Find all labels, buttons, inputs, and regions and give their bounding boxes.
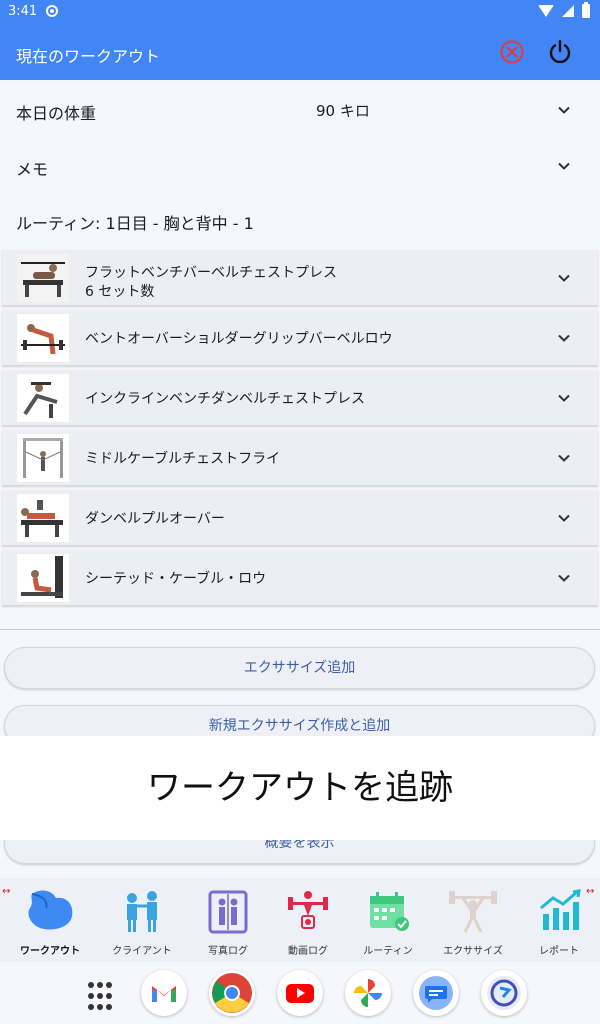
- memo-label: メモ: [16, 160, 49, 179]
- exercise-name: ダンベルプルオーバー: [85, 511, 225, 527]
- messages-icon[interactable]: [413, 970, 459, 1016]
- exercise-name: フラットベンチバーベルチェストプレス: [85, 265, 337, 281]
- status-icons: [538, 2, 590, 18]
- exercise-item[interactable]: ダンベルプルオーバー: [2, 490, 598, 546]
- toast-message: ワークアウトを追跡: [0, 736, 600, 840]
- cancel-workout-icon[interactable]: [500, 40, 524, 64]
- weight-row[interactable]: 本日の体重 90 キロ: [0, 82, 600, 138]
- weight-label: 本日の体重: [16, 104, 97, 123]
- nav-item-workout[interactable]: ワークアウト: [10, 884, 90, 957]
- exercise-item[interactable]: インクラインベンチダンベルチェストプレス: [2, 370, 598, 426]
- nav-label: 写真ログ: [208, 946, 248, 957]
- chevron-down-icon[interactable]: [556, 270, 572, 286]
- nav-item-reports[interactable]: レポート: [519, 884, 599, 957]
- exercise-thumbnail: [17, 494, 69, 542]
- exercise-thumbnail: [17, 254, 69, 302]
- clients-icon: [127, 891, 157, 932]
- status-bar: 3:41: [0, 0, 600, 24]
- weight-value: 90 キロ: [316, 102, 370, 120]
- exercise-item[interactable]: フラットベンチバーベルチェストプレス 6 セット数: [2, 250, 598, 306]
- video-log-icon: [288, 891, 328, 929]
- memo-row[interactable]: メモ: [0, 138, 600, 194]
- exercise-thumbnail: [17, 434, 69, 482]
- youtube-icon[interactable]: [277, 970, 323, 1016]
- nav-item-photo-log[interactable]: 写真ログ: [188, 884, 268, 957]
- status-time: 3:41: [8, 4, 38, 19]
- exercise-item[interactable]: シーテッド・ケーブル・ロウ: [2, 550, 598, 606]
- nav-label: ルーティン: [363, 946, 413, 957]
- exercise-name: ベントオーバーショルダーグリップバーベルロウ: [85, 331, 393, 347]
- screen: 3:41 現在のワークアウト 本日の体重 90 キロ メモ ルーティン: 1日目…: [0, 0, 600, 1024]
- routine-label: ルーティン: 1日目 - 胸と背中 - 1: [16, 214, 254, 233]
- sync-app-icon[interactable]: [481, 970, 527, 1016]
- chevron-down-icon[interactable]: [556, 570, 572, 586]
- nav-item-video-log[interactable]: 動画ログ: [268, 884, 348, 957]
- nav-label: 動画ログ: [288, 946, 328, 957]
- power-icon[interactable]: [546, 38, 574, 66]
- photos-icon[interactable]: [345, 970, 391, 1016]
- nav-label: エクササイズ: [443, 946, 503, 957]
- nav-item-exercises[interactable]: エクササイズ: [433, 884, 513, 957]
- chrome-icon[interactable]: [209, 970, 255, 1016]
- nav-label: レポート: [539, 946, 579, 957]
- system-dock: [0, 962, 600, 1024]
- muscle-arm-icon: [28, 890, 73, 930]
- exercise-item[interactable]: ミドルケーブルチェストフライ: [2, 430, 598, 486]
- routine-calendar-icon: [370, 892, 409, 931]
- chevron-down-icon[interactable]: [556, 330, 572, 346]
- sync-status-icon: [46, 5, 58, 17]
- exercise-thumbnail: [17, 374, 69, 422]
- app-drawer-icon[interactable]: [88, 982, 118, 1012]
- chevron-down-icon[interactable]: [556, 102, 572, 118]
- gmail-icon[interactable]: [141, 970, 187, 1016]
- cell-signal-icon: [562, 5, 574, 17]
- wifi-icon: [538, 5, 554, 17]
- chevron-down-icon[interactable]: [556, 510, 572, 526]
- nav-item-clients[interactable]: クライアント: [102, 884, 182, 957]
- nav-label: クライアント: [112, 946, 172, 957]
- bottom-nav: ↔ ↔ ワークアウト クライアント 写真ログ 動画ログ ルーティン エクササイズ…: [0, 878, 600, 962]
- nav-item-routine[interactable]: ルーティン: [348, 884, 428, 957]
- exercise-sets: 6 セット数: [85, 284, 155, 300]
- page-title: 現在のワークアウト: [16, 47, 161, 66]
- exercise-thumbnail: [17, 554, 69, 602]
- exercise-name: シーテッド・ケーブル・ロウ: [85, 571, 267, 587]
- app-bar: 現在のワークアウト: [0, 24, 600, 80]
- report-chart-icon: [540, 889, 581, 930]
- add-exercise-button[interactable]: エクササイズ追加: [4, 647, 595, 689]
- nav-label: ワークアウト: [20, 946, 80, 957]
- exercise-thumbnail: [17, 314, 69, 362]
- exercise-name: ミドルケーブルチェストフライ: [85, 451, 281, 467]
- battery-icon: [582, 2, 590, 18]
- barbell-lifter-icon: [449, 891, 497, 933]
- photo-log-icon: [208, 890, 248, 934]
- chevron-down-icon[interactable]: [556, 158, 572, 174]
- chevron-down-icon[interactable]: [556, 450, 572, 466]
- exercise-item[interactable]: ベントオーバーショルダーグリップバーベルロウ: [2, 310, 598, 366]
- exercise-name: インクラインベンチダンベルチェストプレス: [85, 391, 365, 407]
- divider: [0, 629, 600, 630]
- chevron-down-icon[interactable]: [556, 390, 572, 406]
